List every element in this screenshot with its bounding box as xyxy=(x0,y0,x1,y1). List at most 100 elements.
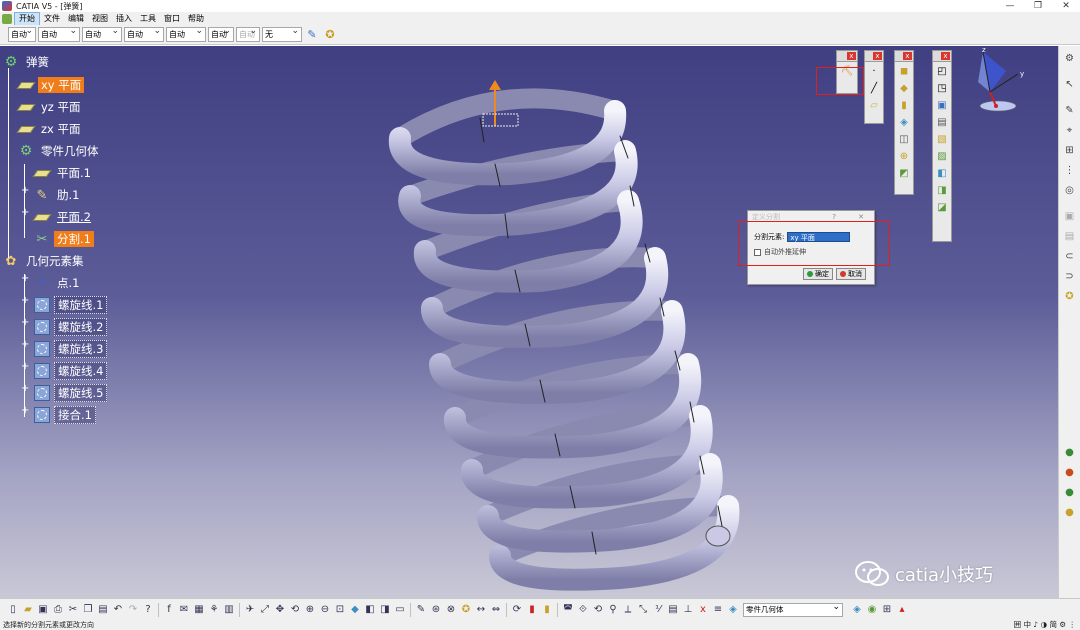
paste-icon[interactable]: ▤ xyxy=(96,602,110,618)
select-arrow-icon[interactable]: ↖ xyxy=(1062,76,1078,92)
painter-icon[interactable]: ✎ xyxy=(304,27,320,43)
menu-file[interactable]: 文件 xyxy=(40,13,64,25)
stack-icon[interactable]: ▤ xyxy=(666,602,680,618)
sketch-icon[interactable]: ✎ xyxy=(1062,102,1078,118)
constraint-icon[interactable]: ⌖ xyxy=(1062,122,1078,138)
layer-combo[interactable]: 无 xyxy=(262,25,302,42)
transform-icon[interactable]: ⊃ xyxy=(1062,268,1078,284)
line-weight-combo[interactable]: 自动 xyxy=(82,25,122,42)
tree-node-point-1[interactable]: ✕ 点.1 xyxy=(33,274,82,292)
expand-icon[interactable]: + xyxy=(21,362,29,372)
red-tool-icon[interactable]: ▮ xyxy=(525,602,539,618)
spin-icon[interactable]: ⟲ xyxy=(591,602,605,618)
gear-icon[interactable]: ⚙ xyxy=(1062,50,1078,66)
remove-face-icon[interactable]: ◧ xyxy=(935,166,950,181)
hide-show-icon[interactable]: ◨ xyxy=(378,602,392,618)
sphere-icon[interactable]: ● xyxy=(1062,484,1078,500)
insert-body-icon[interactable]: ◈ xyxy=(850,602,864,618)
tree-root[interactable]: ⚙ 弹簧 xyxy=(2,53,52,71)
menu-view[interactable]: 视图 xyxy=(88,13,112,25)
part-body-icon[interactable]: ◈ xyxy=(726,602,740,618)
tree-node-xy-plane[interactable]: xy 平面 xyxy=(16,76,85,94)
tree-node-helix-2[interactable]: 螺旋线.2 xyxy=(33,318,108,336)
maximize-button[interactable]: ❐ xyxy=(1024,0,1052,12)
expand-icon[interactable]: + xyxy=(21,208,29,218)
slot-icon[interactable]: ◩ xyxy=(897,166,912,181)
table-icon[interactable]: ▦ xyxy=(192,602,206,618)
save-icon[interactable]: ▣ xyxy=(36,602,50,618)
units-icon[interactable]: ⅟ xyxy=(651,602,665,618)
material-icon[interactable]: ✪ xyxy=(1062,288,1078,304)
expand-icon[interactable]: + xyxy=(21,186,29,196)
expand-icon[interactable]: + xyxy=(21,296,29,306)
expand-icon[interactable]: + xyxy=(21,384,29,394)
shading-icon[interactable]: ◧ xyxy=(363,602,377,618)
draft-icon[interactable]: ▣ xyxy=(935,98,950,113)
line-tool-icon[interactable]: ╱ xyxy=(867,81,882,96)
boolean-icon[interactable]: ⊂ xyxy=(1062,248,1078,264)
open-file-icon[interactable]: ▰ xyxy=(21,602,35,618)
new-file-icon[interactable]: ▯ xyxy=(6,602,20,618)
cancel-button[interactable]: 取消 xyxy=(836,268,866,280)
update-icon[interactable]: ⟳ xyxy=(510,602,524,618)
tree-node-helix-5[interactable]: 螺旋线.5 xyxy=(33,384,108,402)
line-type-combo[interactable]: 自动 xyxy=(124,25,164,42)
menu-window[interactable]: 窗口 xyxy=(160,13,184,25)
catalog-icon[interactable]: ▥ xyxy=(222,602,236,618)
compass-widget[interactable]: z y xyxy=(968,46,1038,118)
document-icon[interactable] xyxy=(2,13,12,24)
tree-node-helix-3[interactable]: 螺旋线.3 xyxy=(33,340,108,358)
cut-icon[interactable]: ✂ xyxy=(66,602,80,618)
3d-viewport[interactable]: ⚙ 弹簧 xy 平面 yz 平面 zx 平面 ⚙ 零件几何体 平面.1 + ✎ … xyxy=(0,46,1058,598)
tree-node-join-1[interactable]: 接合.1 xyxy=(33,406,96,424)
expand-icon[interactable]: + xyxy=(21,274,29,284)
pocket-icon[interactable]: ◆ xyxy=(897,81,912,96)
ime-indicator[interactable]: 囲 中 ♪ ◑ 简 ⚙ ⋮ xyxy=(1014,620,1076,630)
expand-icon[interactable]: + xyxy=(21,406,29,416)
tree-node-helix-1[interactable]: 螺旋线.1 xyxy=(33,296,108,314)
tree-node-plane-1[interactable]: 平面.1 xyxy=(32,164,94,182)
scan-icon[interactable]: ◚ xyxy=(561,602,575,618)
menu-tools[interactable]: 工具 xyxy=(136,13,160,25)
pad-icon[interactable]: ◼ xyxy=(897,64,912,79)
close-button[interactable]: ✕ xyxy=(1052,0,1080,12)
normal-view-icon[interactable]: ⊡ xyxy=(333,602,347,618)
measure-item-icon[interactable]: ⇔ xyxy=(489,602,503,618)
sphere-icon[interactable]: ● xyxy=(1062,444,1078,460)
render-style-combo[interactable]: 自动 xyxy=(208,25,234,42)
formula-icon[interactable]: f xyxy=(162,602,176,618)
properties-icon[interactable]: ✪ xyxy=(322,27,338,43)
tree-node-plane-2[interactable]: 平面.2 xyxy=(32,208,94,226)
compass-tool-icon[interactable]: ⚲ xyxy=(606,602,620,618)
thickness-icon[interactable]: ▧ xyxy=(935,132,950,147)
pattern-icon[interactable]: ⊞ xyxy=(880,602,894,618)
constraint-tool-icon[interactable]: ⊛ xyxy=(429,602,443,618)
fillet-icon[interactable]: ◰ xyxy=(935,64,950,79)
tree-node-geometrical-set[interactable]: ✿ 几何元素集 xyxy=(2,252,87,270)
close-icon[interactable]: x xyxy=(873,52,882,60)
redo-icon[interactable]: ↷ xyxy=(126,602,140,618)
tree-node-split-1[interactable]: ✂ 分割.1 xyxy=(33,230,94,248)
tree-node-zx-plane[interactable]: zx 平面 xyxy=(16,120,84,138)
analysis-icon[interactable]: ◎ xyxy=(1062,182,1078,198)
expand-icon[interactable]: + xyxy=(21,340,29,350)
tree-node-part-body[interactable]: ⚙ 零件几何体 xyxy=(17,142,102,160)
whats-this-icon[interactable]: ? xyxy=(141,602,155,618)
transparency-combo[interactable]: 自动 xyxy=(38,25,80,42)
tree-node-rib-1[interactable]: ✎ 肋.1 xyxy=(33,186,82,204)
close-icon[interactable]: x xyxy=(941,52,950,60)
minimize-button[interactable]: — xyxy=(996,0,1024,12)
chamfer-icon[interactable]: ◳ xyxy=(935,81,950,96)
thread-icon[interactable]: ▨ xyxy=(935,149,950,164)
rib-tool-icon[interactable]: ⊕ xyxy=(897,149,912,164)
color-combo[interactable]: 自动 xyxy=(8,25,36,42)
iso-view-icon[interactable]: ◆ xyxy=(348,602,362,618)
fit-all-icon[interactable]: ⤢ xyxy=(258,602,272,618)
point-tool-icon[interactable]: · xyxy=(867,64,882,79)
axis-tool-icon[interactable]: ⟂ xyxy=(621,602,635,618)
measure-icon[interactable]: ⊞ xyxy=(1062,142,1078,158)
menu-start[interactable]: 开始 xyxy=(14,11,40,26)
sphere-icon[interactable]: ● xyxy=(1062,504,1078,520)
close-icon[interactable]: x xyxy=(903,52,912,60)
pan-icon[interactable]: ✥ xyxy=(273,602,287,618)
